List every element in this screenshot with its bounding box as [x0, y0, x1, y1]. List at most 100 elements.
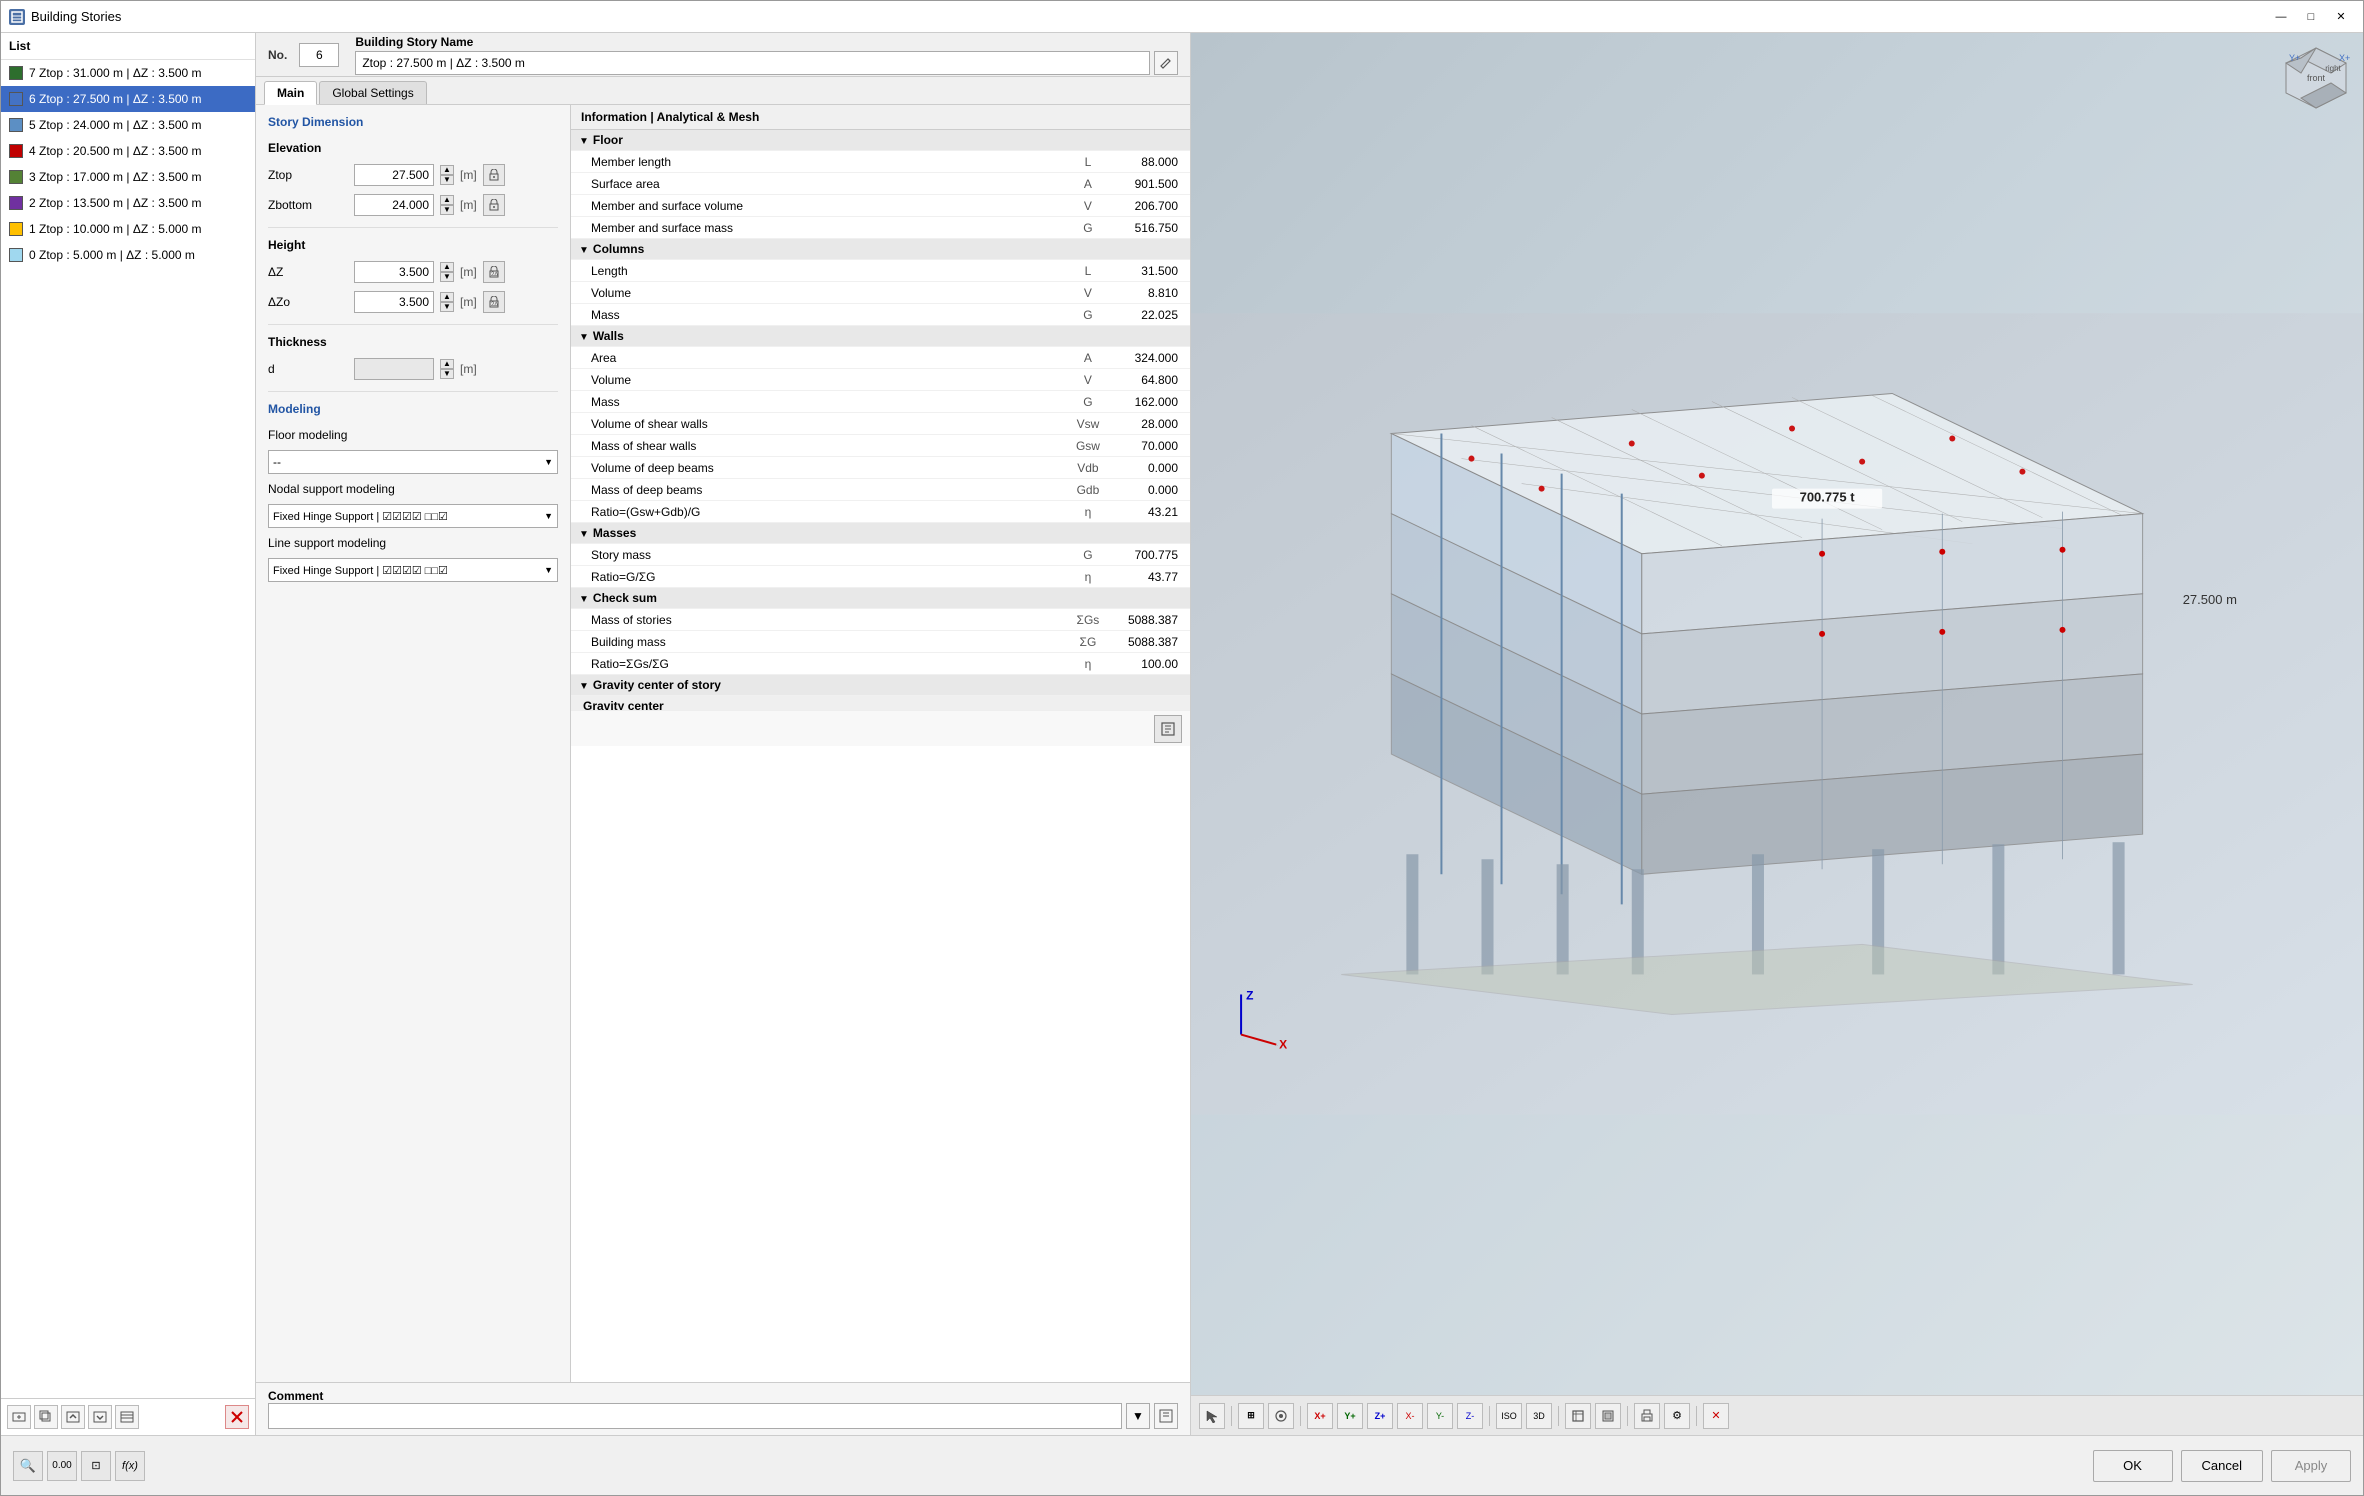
- zbottom-down[interactable]: ▼: [440, 205, 454, 215]
- row-value: 162.000: [1108, 391, 1190, 413]
- vp-xneg-btn[interactable]: X-: [1397, 1403, 1423, 1429]
- vp-render-btn[interactable]: [1268, 1403, 1294, 1429]
- cancel-button[interactable]: Cancel: [2181, 1450, 2263, 1482]
- vp-sep1: [1231, 1406, 1232, 1426]
- copy-story-btn[interactable]: [34, 1405, 58, 1429]
- info-export-btn[interactable]: [1154, 715, 1182, 743]
- vp-z-btn[interactable]: Z+: [1367, 1403, 1393, 1429]
- center-panel: No. 6 Building Story Name Main Global S: [256, 33, 1191, 1435]
- floor-modeling-arrow: ▼: [544, 457, 553, 467]
- vp-fit-btn[interactable]: [1565, 1403, 1591, 1429]
- row-value: 5088.387: [1108, 609, 1190, 631]
- data-row: AreaA324.000: [571, 347, 1190, 369]
- divider1: [268, 227, 558, 228]
- d-down[interactable]: ▼: [440, 369, 454, 379]
- list-item[interactable]: 7 Ztop : 31.000 m | ΔZ : 3.500 m: [1, 60, 255, 86]
- delete-story-btn[interactable]: [225, 1405, 249, 1429]
- comment-dropdown-btn[interactable]: ▼: [1126, 1403, 1150, 1429]
- list-item[interactable]: 3 Ztop : 17.000 m | ΔZ : 3.500 m: [1, 164, 255, 190]
- ztop-down[interactable]: ▼: [440, 175, 454, 185]
- list-item-label: 0 Ztop : 5.000 m | ΔZ : 5.000 m: [29, 248, 195, 262]
- d-input[interactable]: [354, 358, 434, 380]
- minimize-button[interactable]: —: [2267, 7, 2295, 27]
- apply-button[interactable]: Apply: [2271, 1450, 2351, 1482]
- collapse-btn[interactable]: ▼: [579, 245, 589, 256]
- story-name-input[interactable]: [355, 51, 1150, 75]
- vp-extra-btn[interactable]: ✕: [1703, 1403, 1729, 1429]
- row-label: Volume of shear walls: [571, 413, 1056, 435]
- vp-view-btn[interactable]: ⊞: [1238, 1403, 1264, 1429]
- story-name-edit-btn[interactable]: [1154, 51, 1178, 75]
- formula-tool-btn[interactable]: f(x): [115, 1451, 145, 1481]
- tab-global-settings[interactable]: Global Settings: [319, 81, 426, 104]
- d-up[interactable]: ▲: [440, 359, 454, 369]
- number-tool-btn[interactable]: 0.00: [47, 1451, 77, 1481]
- floor-modeling-dropdown[interactable]: -- ▼: [268, 450, 558, 474]
- tab-main[interactable]: Main: [264, 81, 317, 105]
- row-label: Area: [571, 347, 1056, 369]
- close-button[interactable]: ✕: [2327, 7, 2355, 27]
- dz-up[interactable]: ▲: [440, 262, 454, 272]
- maximize-button[interactable]: □: [2297, 7, 2325, 27]
- row-label: Mass: [571, 391, 1056, 413]
- vp-yneg-btn[interactable]: Y-: [1427, 1403, 1453, 1429]
- divider3: [268, 391, 558, 392]
- d-spin: ▲ ▼: [440, 359, 454, 379]
- row-symbol: η: [1056, 566, 1108, 588]
- vp-zneg-btn[interactable]: Z-: [1457, 1403, 1483, 1429]
- row-symbol: G: [1056, 391, 1108, 413]
- dz-input[interactable]: [354, 261, 434, 283]
- collapse-btn[interactable]: ▼: [579, 136, 589, 147]
- dzo-up[interactable]: ▲: [440, 292, 454, 302]
- line-support-dropdown[interactable]: Fixed Hinge Support | ☑☑☑☑ □□☑ ▼: [268, 558, 558, 582]
- row-value: 43.77: [1108, 566, 1190, 588]
- list-item[interactable]: 6 Ztop : 27.500 m | ΔZ : 3.500 m: [1, 86, 255, 112]
- dz-lock-btn[interactable]: 2∆: [483, 261, 505, 283]
- search-tool-btn[interactable]: 🔍: [13, 1451, 43, 1481]
- ok-button[interactable]: OK: [2093, 1450, 2173, 1482]
- comment-edit-btn[interactable]: [1154, 1403, 1178, 1429]
- list-item[interactable]: 4 Ztop : 20.500 m | ΔZ : 3.500 m: [1, 138, 255, 164]
- zbottom-up[interactable]: ▲: [440, 195, 454, 205]
- collapse-btn[interactable]: ▼: [579, 332, 589, 343]
- ztop-lock-btn[interactable]: [483, 164, 505, 186]
- dzo-down[interactable]: ▼: [440, 302, 454, 312]
- vp-print-btn[interactable]: [1634, 1403, 1660, 1429]
- move-down-btn[interactable]: [88, 1405, 112, 1429]
- svg-text:Z: Z: [1246, 988, 1253, 1002]
- info-scroll[interactable]: ▼FloorMember lengthL88.000Surface areaA9…: [571, 130, 1190, 710]
- dzo-lock-btn[interactable]: 2∆: [483, 291, 505, 313]
- nodal-support-dropdown[interactable]: Fixed Hinge Support | ☑☑☑☑ □□☑ ▼: [268, 504, 558, 528]
- vp-3d-btn[interactable]: 3D: [1526, 1403, 1552, 1429]
- dzo-input[interactable]: [354, 291, 434, 313]
- move-up-btn[interactable]: [61, 1405, 85, 1429]
- vp-render2-btn[interactable]: [1595, 1403, 1621, 1429]
- comment-input[interactable]: [268, 1403, 1122, 1429]
- collapse-btn[interactable]: ▼: [579, 681, 589, 692]
- settings-btn[interactable]: [115, 1405, 139, 1429]
- list-item-label: 4 Ztop : 20.500 m | ΔZ : 3.500 m: [29, 144, 202, 158]
- add-story-btn[interactable]: [7, 1405, 31, 1429]
- dz-down[interactable]: ▼: [440, 272, 454, 282]
- svg-text:700.775 t: 700.775 t: [1800, 490, 1856, 505]
- list-item[interactable]: 1 Ztop : 10.000 m | ΔZ : 5.000 m: [1, 216, 255, 242]
- list-item-color: [9, 248, 23, 262]
- ztop-input[interactable]: [354, 164, 434, 186]
- vp-iso-btn[interactable]: ISO: [1496, 1403, 1522, 1429]
- collapse-btn[interactable]: ▼: [579, 529, 589, 540]
- vp-x-btn[interactable]: X+: [1307, 1403, 1333, 1429]
- vp-cursor-btn[interactable]: [1199, 1403, 1225, 1429]
- zbottom-lock-btn[interactable]: [483, 194, 505, 216]
- graph-tool-btn[interactable]: ⊡: [81, 1451, 111, 1481]
- list-item-label: 2 Ztop : 13.500 m | ΔZ : 3.500 m: [29, 196, 202, 210]
- collapse-btn[interactable]: ▼: [579, 594, 589, 605]
- vp-settings-btn[interactable]: ⚙: [1664, 1403, 1690, 1429]
- building-right: [1642, 512, 2143, 875]
- list-item[interactable]: 2 Ztop : 13.500 m | ΔZ : 3.500 m: [1, 190, 255, 216]
- dz-arrows: ▲ ▼: [440, 262, 454, 282]
- list-item[interactable]: 0 Ztop : 5.000 m | ΔZ : 5.000 m: [1, 242, 255, 268]
- list-item[interactable]: 5 Ztop : 24.000 m | ΔZ : 3.500 m: [1, 112, 255, 138]
- vp-y-btn[interactable]: Y+: [1337, 1403, 1363, 1429]
- ztop-up[interactable]: ▲: [440, 165, 454, 175]
- zbottom-input[interactable]: [354, 194, 434, 216]
